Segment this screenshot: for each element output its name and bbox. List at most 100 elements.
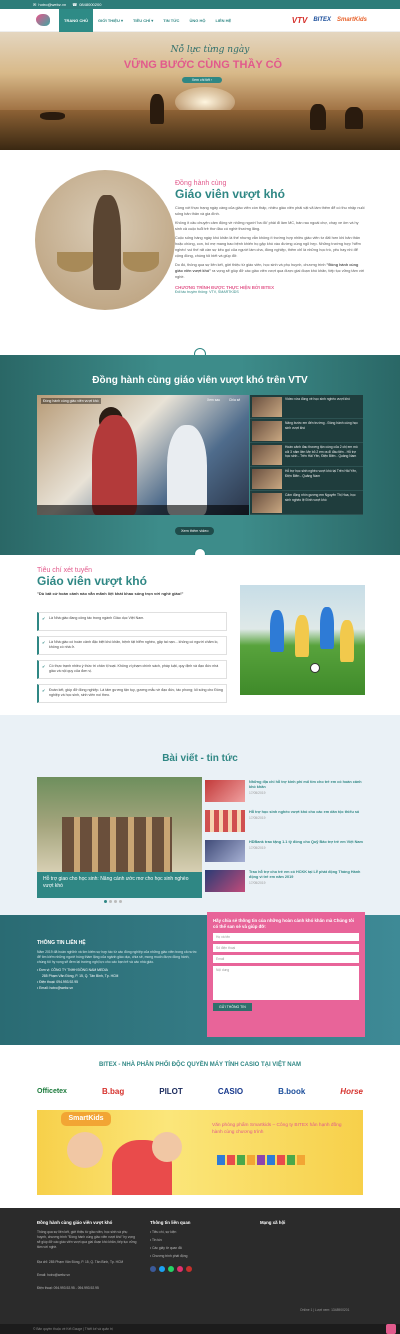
footer-col3-title: Mạng xã hội — [260, 1220, 286, 1225]
message-field[interactable]: Nội dung — [213, 966, 359, 1000]
copyright-bar: © Bản quyền thuộc về Kết Gauge | Thiết k… — [0, 1324, 400, 1334]
contact-email: • Email: hotro@webz.vn — [37, 986, 74, 990]
phone-field[interactable]: Số điện thoại — [213, 944, 359, 952]
share-button[interactable]: Chia sẻ — [229, 398, 240, 402]
criteria-item: Là Nhà giáo đang công tác trong ngành Gi… — [37, 612, 227, 631]
intro-paragraph: Do đó, thông qua sự liên kết, giới thiệu… — [175, 263, 365, 279]
instagram-icon[interactable] — [177, 1266, 183, 1272]
phone-icon: ☎ — [72, 2, 78, 7]
form-title: Hãy chia sẻ thông tin của những hoàn cản… — [213, 918, 355, 929]
footer-address: Địa chỉ: 285 Phạm Văn Đồng, P. 15, Q. Tâ… — [37, 1260, 124, 1264]
officetex-logo[interactable]: Officetex — [37, 1084, 67, 1098]
playlist-item[interactable]: Hỗ trợ học sinh nghèo vượt khó tại Trên … — [250, 467, 363, 491]
intro-title: Giáo viên vượt khó — [175, 187, 285, 201]
news-featured-image[interactable] — [37, 777, 202, 872]
contact-company: • Đơn vị: CÔNG TY TNHH ĐỒNG NAM MEDIA — [37, 968, 108, 972]
playlist-item[interactable]: Cảm động nhìn gương em Nguyên Thị Hoa, h… — [250, 491, 363, 515]
hero-detail-button[interactable]: Xem chi tiết › — [182, 77, 222, 83]
vtv-section: Đồng hành cùng giáo viên vượt khó trên V… — [0, 355, 400, 555]
pilot-logo[interactable]: PILOT — [159, 1084, 183, 1098]
footer-email[interactable]: Email: hotro@webz.vn — [37, 1273, 137, 1278]
worker-silhouette — [345, 107, 363, 129]
contact-address: 285 Phạm Văn Đồng, P. 15, Q. Tân Bình, T… — [42, 974, 119, 978]
smartkids-banner[interactable]: SmartKids Văn phòng phẩm Smartkids – Côn… — [37, 1110, 363, 1195]
criteria-subtitle: Tiêu chí xét tuyển — [37, 567, 92, 574]
playlist-item[interactable]: Video vừa đồng về học sinh nghèo vượt kh… — [250, 395, 363, 419]
program-partners: Đối tác truyền thông: VTV, SMARTKIDS — [175, 290, 239, 294]
nav-contact[interactable]: LIÊN HỆ — [210, 9, 236, 32]
horse-logo[interactable]: Horse — [340, 1084, 363, 1098]
news-list-item[interactable]: Những địa chỉ hỗ trợ kinh phí mổ tim cho… — [205, 780, 365, 806]
kid-image — [67, 1132, 103, 1168]
contact-phone: • Điện thoại: 094.993.92.95 — [37, 980, 78, 984]
intro-paragraph: Không ít câu chuyện cảm động về những ng… — [175, 221, 359, 231]
news-title: Bài viết - tin tức — [162, 753, 238, 764]
intro-subtitle: Đồng hành cùng — [175, 180, 227, 187]
footer-phone: Điện thoại: 094.993.92.95 - 094.993.92.9… — [37, 1286, 99, 1290]
footer-about-text: Thông qua sự liên kết, giới thiệu từ giá… — [37, 1230, 137, 1249]
footer-link[interactable]: • Tiêu chí, sự kiện — [150, 1230, 176, 1235]
footer-link[interactable]: • Tin tức — [150, 1238, 162, 1243]
submit-button[interactable]: GỬI THÔNG TIN — [213, 1003, 252, 1011]
nav-home[interactable]: TRANG CHỦ — [59, 8, 93, 32]
vtv-logo[interactable]: VTV — [292, 16, 308, 25]
twitter-icon[interactable] — [159, 1266, 165, 1272]
intro-paragraph: Cuộc sống hàng ngày khó khăn là thế nhưn… — [175, 236, 361, 258]
more-videos-button[interactable]: Xem thêm video — [175, 527, 215, 535]
nav-news[interactable]: TIN TỨC — [158, 9, 184, 32]
criteria-item: Đoàn kết, giúp đỡ đồng nghiệp. Là tấm gư… — [37, 684, 227, 703]
partner-logos: Officetex B.bag PILOT CASIO B.book Horse — [37, 1080, 363, 1102]
youtube-icon[interactable] — [186, 1266, 192, 1272]
nav-support[interactable]: ỦNG HỘ — [184, 9, 210, 32]
email-field[interactable]: Email — [213, 955, 359, 963]
video-title: Đồng hành cùng giáo viên vượt khó — [41, 398, 101, 404]
kid-image — [152, 1132, 182, 1162]
casio-logo[interactable]: CASIO — [218, 1084, 243, 1098]
watch-later-button[interactable]: Xem sau — [207, 398, 220, 402]
footer-col1-title: Đồng hành cùng giáo viên vượt khó — [37, 1220, 113, 1225]
video-player[interactable]: Đồng hành cùng giáo viên vượt khó Xem sa… — [37, 395, 249, 515]
contact-title: THÔNG TIN LIÊN HỆ — [37, 940, 86, 946]
criteria-title: Giáo viên vượt khó — [37, 574, 147, 588]
whatsapp-icon[interactable] — [168, 1266, 174, 1272]
facebook-icon[interactable] — [150, 1266, 156, 1272]
main-navigation: TRANG CHỦ GIỚI THIỆU ▾ TIÊU CHÍ ▾ TIN TỨ… — [0, 8, 400, 32]
video-playlist: Video vừa đồng về học sinh nghèo vượt kh… — [250, 395, 363, 515]
news-list-item[interactable]: Trao hỗ trợ cho trẻ em có HCKK tại Lễ ph… — [205, 870, 365, 896]
teacher-portrait-image — [35, 170, 175, 310]
playlist-item[interactable]: Nâng bước em đến trường - Đồng hành cùng… — [250, 419, 363, 443]
footer-link[interactable]: • Chương trình phát động — [150, 1254, 187, 1259]
hero-title: VỮNG BƯỚC CÙNG THẦY CÔ — [123, 59, 283, 71]
fisherman-silhouette — [150, 94, 164, 124]
footer-col2-title: Thông tin liên quan — [150, 1220, 191, 1225]
name-field[interactable]: Họ và tên — [213, 933, 359, 941]
online-counter: Online 1 | Lượt xem: 1348900201 — [300, 1308, 350, 1312]
nav-about[interactable]: GIỚI THIỆU ▾ — [93, 9, 128, 32]
email-contact[interactable]: ✉ hotro@webz.vn — [33, 2, 66, 7]
video-controls[interactable] — [37, 505, 249, 515]
boat-silhouette — [40, 112, 65, 120]
footer-link[interactable]: • Các giấy tờ quan đã — [150, 1246, 182, 1251]
soccer-kids-image — [240, 585, 365, 695]
nav-criteria[interactable]: TIÊU CHÍ ▾ — [128, 9, 158, 32]
smartkids-logo[interactable]: SmartKids — [337, 17, 367, 23]
back-to-top-button[interactable] — [386, 1324, 396, 1334]
carousel-dots[interactable] — [104, 900, 134, 903]
intro-paragraph: Cùng với thực trạng ngày càng của giáo v… — [175, 206, 365, 216]
news-list-item[interactable]: Hỗ trợ học sinh nghèo vượt khó cho các e… — [205, 810, 365, 836]
criteria-item: Có thực trạnh nhiều ý thức trí chân tị h… — [37, 660, 227, 679]
contact-form: Hãy chia sẻ thông tin của những hoàn cản… — [207, 912, 365, 1037]
playlist-item[interactable]: Hoàn cảnh đau thương tận cùng của 2 chị … — [250, 443, 363, 467]
vtv-section-title: Đồng hành cùng giáo viên vượt khó trên V… — [92, 375, 308, 386]
bbook-logo[interactable]: B.book — [278, 1084, 305, 1098]
intro-section: Đồng hành cùng Giáo viên vượt khó Cùng v… — [0, 150, 400, 355]
bitex-logo[interactable]: BITEX — [313, 17, 331, 23]
worker-silhouette — [310, 104, 326, 130]
hero-banner: Nỗ lực từng ngày VỮNG BƯỚC CÙNG THẦY CÔ … — [0, 32, 400, 150]
bbag-logo[interactable]: B.bag — [102, 1084, 124, 1098]
footer: Đồng hành cùng giáo viên vượt khó Thông … — [0, 1208, 400, 1324]
phone-contact[interactable]: ☎ 0848000200 — [72, 2, 101, 7]
site-logo[interactable] — [33, 12, 53, 28]
news-featured-caption[interactable]: Hỗ trợ giao cho học sinh: Nâng cánh ước … — [37, 872, 202, 898]
news-list-item[interactable]: HDBank trao tặng 1.1 tỷ đồng cho Quỹ Bảo… — [205, 840, 365, 866]
